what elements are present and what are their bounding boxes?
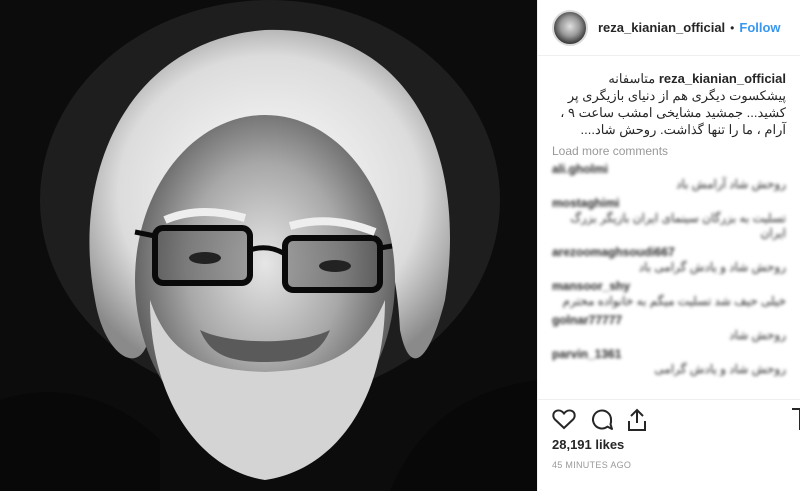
comment-text: روحش شاد و یادش گرامی	[654, 362, 786, 376]
post-sidebar: reza_kianian_official • Follow reza_kian…	[537, 0, 800, 491]
comment-item: golnar77777 روحش شاد	[552, 313, 786, 343]
comment-text: خیلی حیف شد تسلیت میگم به خانواده محترم	[562, 294, 786, 308]
share-icon[interactable]	[626, 408, 648, 432]
comment-username[interactable]: mostaghimi	[552, 196, 619, 210]
comment-username[interactable]: arezoomaghsoudi667	[552, 245, 675, 259]
post-timestamp: 45 MINUTES AGO	[552, 460, 632, 470]
separator-dot: •	[730, 20, 735, 35]
bookmark-icon[interactable]	[791, 408, 800, 432]
comment-username[interactable]: parvin_1361	[552, 347, 621, 361]
load-more-comments-link[interactable]: Load more comments	[552, 144, 786, 158]
comment-text: روحش شاد آرامش باد	[676, 177, 786, 191]
caption: reza_kianian_official متاسفانه پیشکسوت د…	[552, 70, 786, 138]
action-bar	[538, 399, 800, 437]
follow-button[interactable]: Follow	[739, 20, 780, 35]
comments-section: reza_kianian_official متاسفانه پیشکسوت د…	[538, 56, 800, 401]
comment-text: تسلیت به بزرگان سینمای ایران بازیگر بزرگ…	[570, 211, 786, 240]
heart-icon[interactable]	[552, 408, 576, 430]
portrait-illustration	[0, 0, 537, 491]
comment-item: parvin_1361 روحش شاد و یادش گرامی	[552, 347, 786, 377]
comment-text: روحش شاد	[729, 328, 786, 342]
post-photo[interactable]	[0, 0, 537, 491]
caption-username[interactable]: reza_kianian_official	[659, 71, 786, 86]
comment-item: mansoor_shy خیلی حیف شد تسلیت میگم به خا…	[552, 279, 786, 309]
header-username[interactable]: reza_kianian_official	[598, 20, 725, 35]
comment-item: arezoomaghsoudi667 روحش شاد و یادش گرامی…	[552, 245, 786, 275]
comment-text: روحش شاد و یادش گرامی باد	[638, 260, 786, 274]
post-header: reza_kianian_official • Follow	[538, 0, 800, 56]
avatar[interactable]	[552, 9, 588, 46]
comment-username[interactable]: mansoor_shy	[552, 279, 630, 293]
comment-username[interactable]: golnar77777	[552, 313, 622, 327]
comment-item: mostaghimi تسلیت به بزرگان سینمای ایران …	[552, 196, 786, 241]
likes-count[interactable]: 28,191 likes	[552, 437, 624, 452]
comment-icon[interactable]	[590, 408, 614, 432]
comment-item: ali.gholmi روحش شاد آرامش باد	[552, 162, 786, 192]
comment-username[interactable]: ali.gholmi	[552, 162, 608, 176]
